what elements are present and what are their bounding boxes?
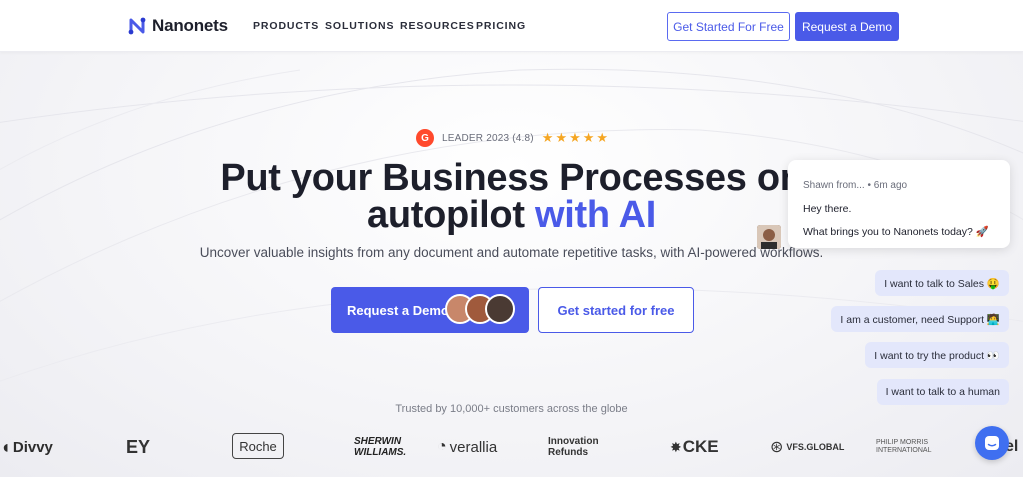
quick-reply-sales[interactable]: I want to talk to Sales 🤑 [875,270,1009,296]
star-icon: ★ [541,130,554,145]
chat-icon [985,436,999,450]
nanonets-logo[interactable]: Nanonets [127,14,228,38]
quick-reply-try-product[interactable]: I want to try the product 👀 [865,342,1009,368]
brand-cke: ✸ CKE [670,437,719,456]
brand-sherwin-williams: SHERWIN WILLIAMS. [354,436,407,458]
g2-icon: G [416,129,434,147]
hero-title-plain: autopilot [366,194,525,236]
chat-launcher-button[interactable] [975,426,1009,460]
quick-reply-human[interactable]: I want to talk to a human [876,379,1009,405]
chat-meta: Shawn from... • 6m ago [803,180,907,191]
chat-line-1: Hey there. [803,203,852,215]
star-logo-icon: ✸ [670,438,682,455]
nav-link-products[interactable]: PRODUCTS [253,20,319,32]
hero-demo-label: Request a Demo [347,302,449,318]
hero-title-accent: with AI [534,194,656,236]
request-demo-button[interactable]: Request a Demo [795,12,899,41]
chat-time: • 6m ago [867,180,908,191]
quick-reply-support[interactable]: I am a customer, need Support 🧑‍💻 [831,306,1009,332]
agent-photo [757,225,781,249]
nav-link-resources[interactable]: RESOURCES [400,20,475,32]
brand-philip-morris: PHILIP MORRIS INTERNATIONAL [876,439,932,454]
top-navbar: Nanonets PRODUCTS SOLUTIONS RESOURCES PR… [0,0,1023,52]
chat-sender: Shawn from... [803,180,865,191]
nav-link-solutions[interactable]: SOLUTIONS [325,20,394,32]
nav-link-pricing[interactable]: PRICING [476,20,526,32]
logo-text: Nanonets [152,16,228,35]
brand-roche: Roche [232,433,284,459]
nanonets-logo-icon [128,17,146,35]
team-avatars [445,294,515,324]
g2-leader-badge: G LEADER 2023 (4.8) ★ ★ ★ ★ ★ [416,129,608,147]
chat-line-2: What brings you to Nanonets today? 🚀 [803,226,989,238]
star-icon: ★ [569,130,581,145]
chat-message-card[interactable]: Shawn from... • 6m ago Hey there. What b… [788,160,1010,248]
chat-agent-avatar [757,225,781,249]
brand-innovation-refunds: Innovation Refunds [548,436,599,458]
trusted-text: Trusted by 10,000+ customers across the … [395,403,628,415]
get-started-button[interactable]: Get Started For Free [667,12,790,41]
badge-text: LEADER 2023 (4.8) [442,132,534,144]
hero-get-started-free-button[interactable]: Get started for free [538,287,694,333]
brand-vfs-global: ⊛ VFS.GLOBAL [770,439,845,456]
hero-request-demo-button[interactable]: Request a Demo [331,287,529,333]
star-icon: ★ [582,130,595,145]
brand-verallia: ◔ verallia [437,438,498,456]
star-icon: ★ [596,130,609,145]
star-icon: ★ [555,130,568,145]
avatar [485,294,515,324]
brand-ey: EY [126,436,151,457]
brand-divvy: ◖ Divvy [0,436,53,457]
verallia-logo-icon: ◔ [437,438,447,455]
vfs-logo-icon: ⊛ [770,439,784,456]
divvy-logo-icon: ◖ [0,436,11,457]
rating-stars: ★ ★ ★ ★ ★ [542,130,608,146]
